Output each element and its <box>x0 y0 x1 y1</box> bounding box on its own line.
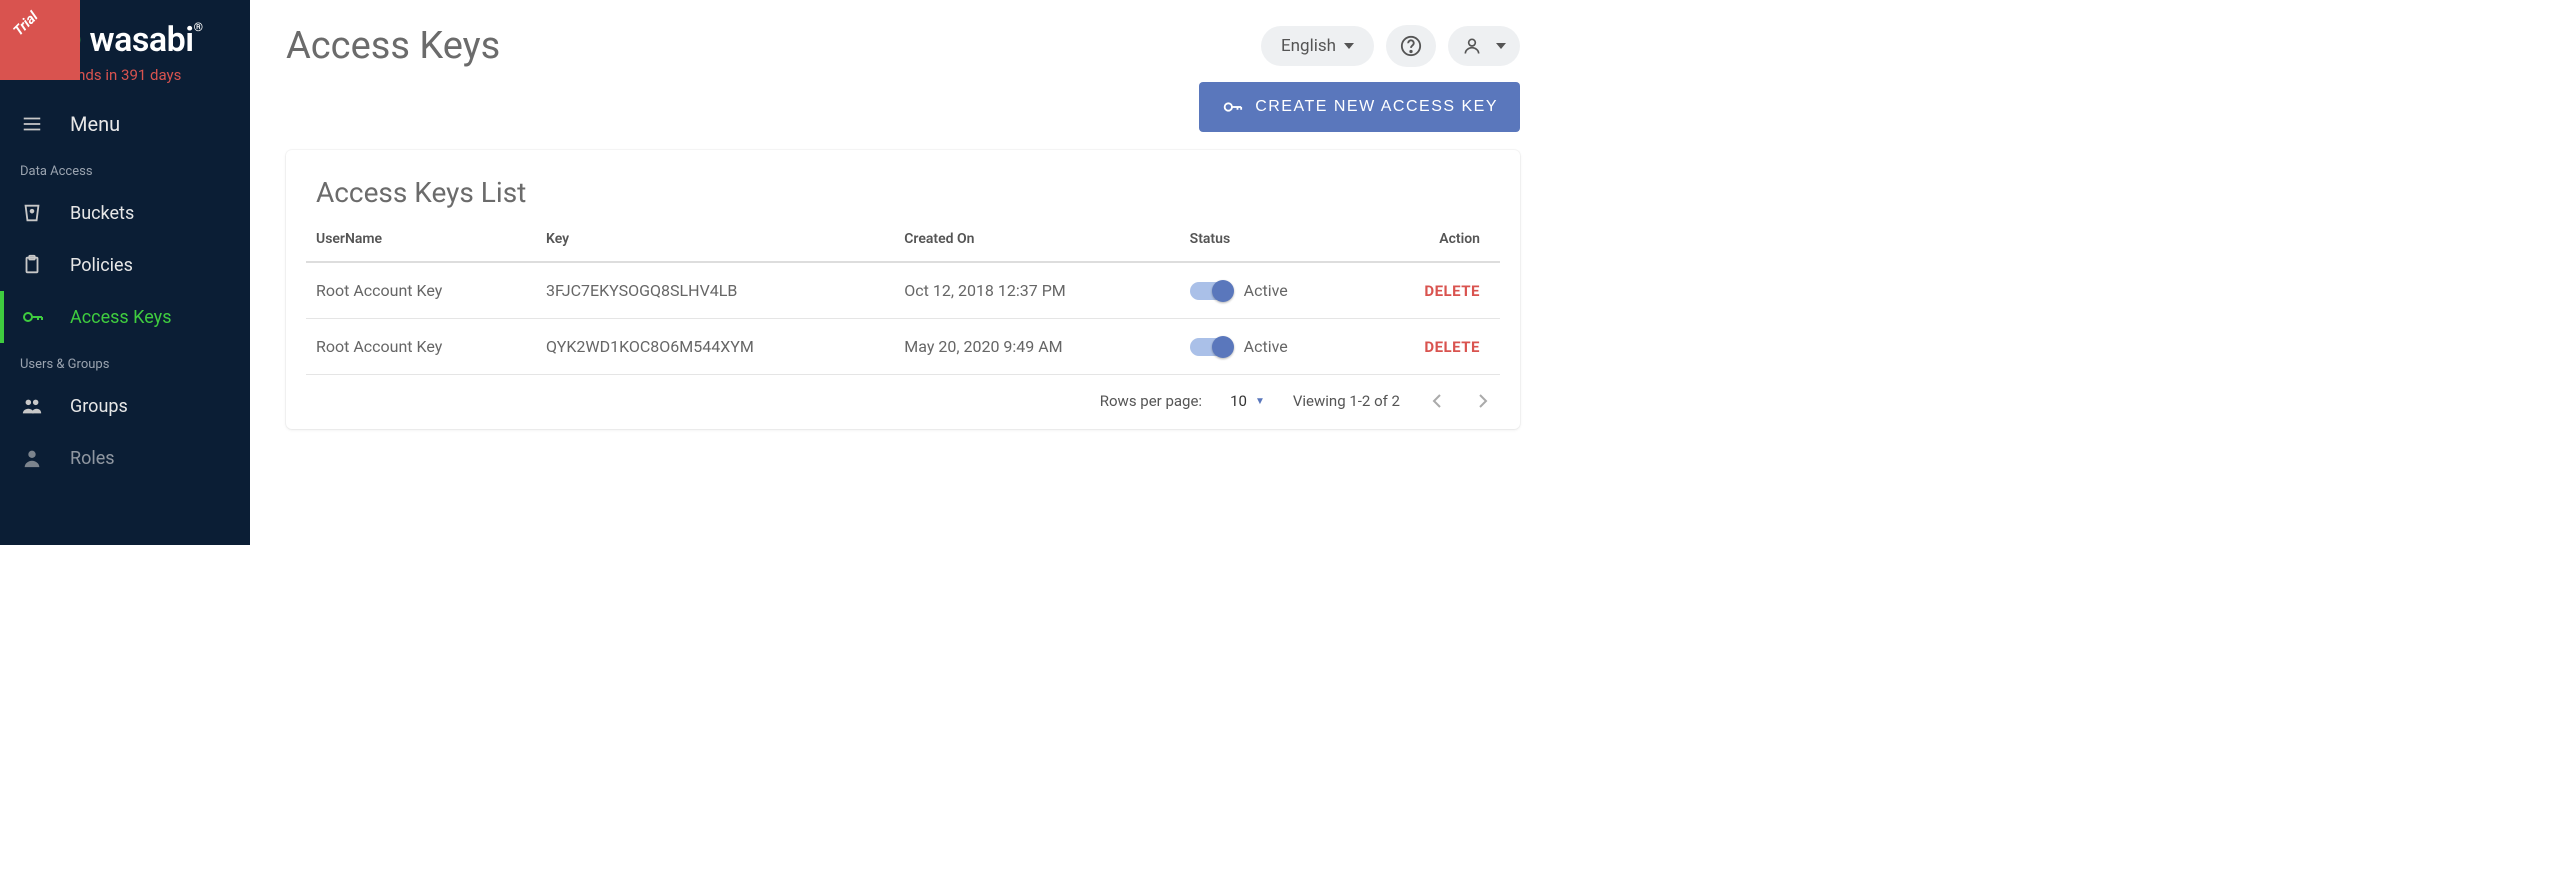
status-toggle[interactable] <box>1190 282 1232 300</box>
page-title: Access Keys <box>286 24 500 68</box>
card-title: Access Keys List <box>286 176 1520 217</box>
sidebar-item-access-keys[interactable]: Access Keys <box>0 291 250 343</box>
cell-status: Active <box>1180 262 1366 319</box>
create-access-key-button[interactable]: CREATE NEW ACCESS KEY <box>1199 82 1520 132</box>
caret-down-icon <box>1496 43 1506 49</box>
key-icon <box>1221 96 1243 118</box>
chevron-left-icon <box>1432 393 1442 409</box>
col-key: Key <box>536 217 894 262</box>
status-toggle[interactable] <box>1190 338 1232 356</box>
col-action: Action <box>1365 217 1500 262</box>
groups-icon <box>20 394 44 418</box>
col-username: UserName <box>306 217 536 262</box>
cell-created: May 20, 2020 9:49 AM <box>894 319 1179 375</box>
cell-key: 3FJC7EKYSOGQ8SLHV4LB <box>536 262 894 319</box>
chevron-right-icon <box>1478 393 1488 409</box>
prev-page-button[interactable] <box>1428 389 1446 413</box>
logo-text: wasabi® <box>89 20 202 60</box>
nav-label: Roles <box>70 448 115 469</box>
sidebar-item-roles[interactable]: Roles <box>0 432 250 484</box>
delete-button[interactable]: DELETE <box>1424 282 1480 300</box>
cell-key: QYK2WD1KOC8O6M544XYM <box>536 319 894 375</box>
cell-username: Root Account Key <box>306 262 536 319</box>
language-label: English <box>1281 36 1336 56</box>
clipboard-icon <box>20 253 44 277</box>
sidebar-item-groups[interactable]: Groups <box>0 380 250 432</box>
col-status: Status <box>1180 217 1366 262</box>
roles-icon <box>20 446 44 470</box>
main-content: Access Keys English <box>250 0 1556 545</box>
menu-toggle[interactable]: Menu <box>0 98 250 150</box>
bucket-icon <box>20 201 44 225</box>
table-row: Root Account Key QYK2WD1KOC8O6M544XYM Ma… <box>306 319 1500 375</box>
menu-label: Menu <box>70 112 120 136</box>
next-page-button[interactable] <box>1474 389 1492 413</box>
sidebar: Trial wasabi® Ends in 391 days Menu Data… <box>0 0 250 545</box>
section-users-groups: Users & Groups <box>0 343 250 380</box>
status-text: Active <box>1244 281 1288 300</box>
nav-label: Policies <box>70 255 133 276</box>
sidebar-item-policies[interactable]: Policies <box>0 239 250 291</box>
cell-created: Oct 12, 2018 12:37 PM <box>894 262 1179 319</box>
nav-label: Groups <box>70 396 128 417</box>
access-keys-table: UserName Key Created On Status Action Ro… <box>306 217 1500 375</box>
button-label: CREATE NEW ACCESS KEY <box>1255 98 1498 116</box>
pagination: Rows per page: 10 ▼ Viewing 1-2 of 2 <box>286 375 1520 419</box>
cell-username: Root Account Key <box>306 319 536 375</box>
rows-per-page-label: Rows per page: <box>1100 392 1202 410</box>
topbar: Access Keys English <box>250 0 1556 78</box>
col-created: Created On <box>894 217 1179 262</box>
caret-down-icon <box>1344 43 1354 49</box>
key-icon <box>20 305 44 329</box>
nav-label: Buckets <box>70 203 134 224</box>
help-icon <box>1400 35 1422 57</box>
status-text: Active <box>1244 337 1288 356</box>
rows-per-page-select[interactable]: 10 ▼ <box>1230 392 1265 410</box>
viewing-text: Viewing 1-2 of 2 <box>1293 392 1400 410</box>
help-button[interactable] <box>1386 25 1436 67</box>
table-row: Root Account Key 3FJC7EKYSOGQ8SLHV4LB Oc… <box>306 262 1500 319</box>
section-data-access: Data Access <box>0 150 250 187</box>
delete-button[interactable]: DELETE <box>1424 338 1480 356</box>
access-keys-card: Access Keys List UserName Key Created On… <box>286 150 1520 429</box>
language-selector[interactable]: English <box>1261 26 1374 66</box>
person-icon <box>1462 36 1482 56</box>
trial-badge: Trial <box>0 0 80 80</box>
nav-label: Access Keys <box>70 307 171 328</box>
hamburger-icon <box>20 112 44 136</box>
account-menu[interactable] <box>1448 26 1520 66</box>
cell-status: Active <box>1180 319 1366 375</box>
rows-value: 10 <box>1230 392 1247 410</box>
sidebar-item-buckets[interactable]: Buckets <box>0 187 250 239</box>
caret-down-icon: ▼ <box>1255 396 1265 407</box>
